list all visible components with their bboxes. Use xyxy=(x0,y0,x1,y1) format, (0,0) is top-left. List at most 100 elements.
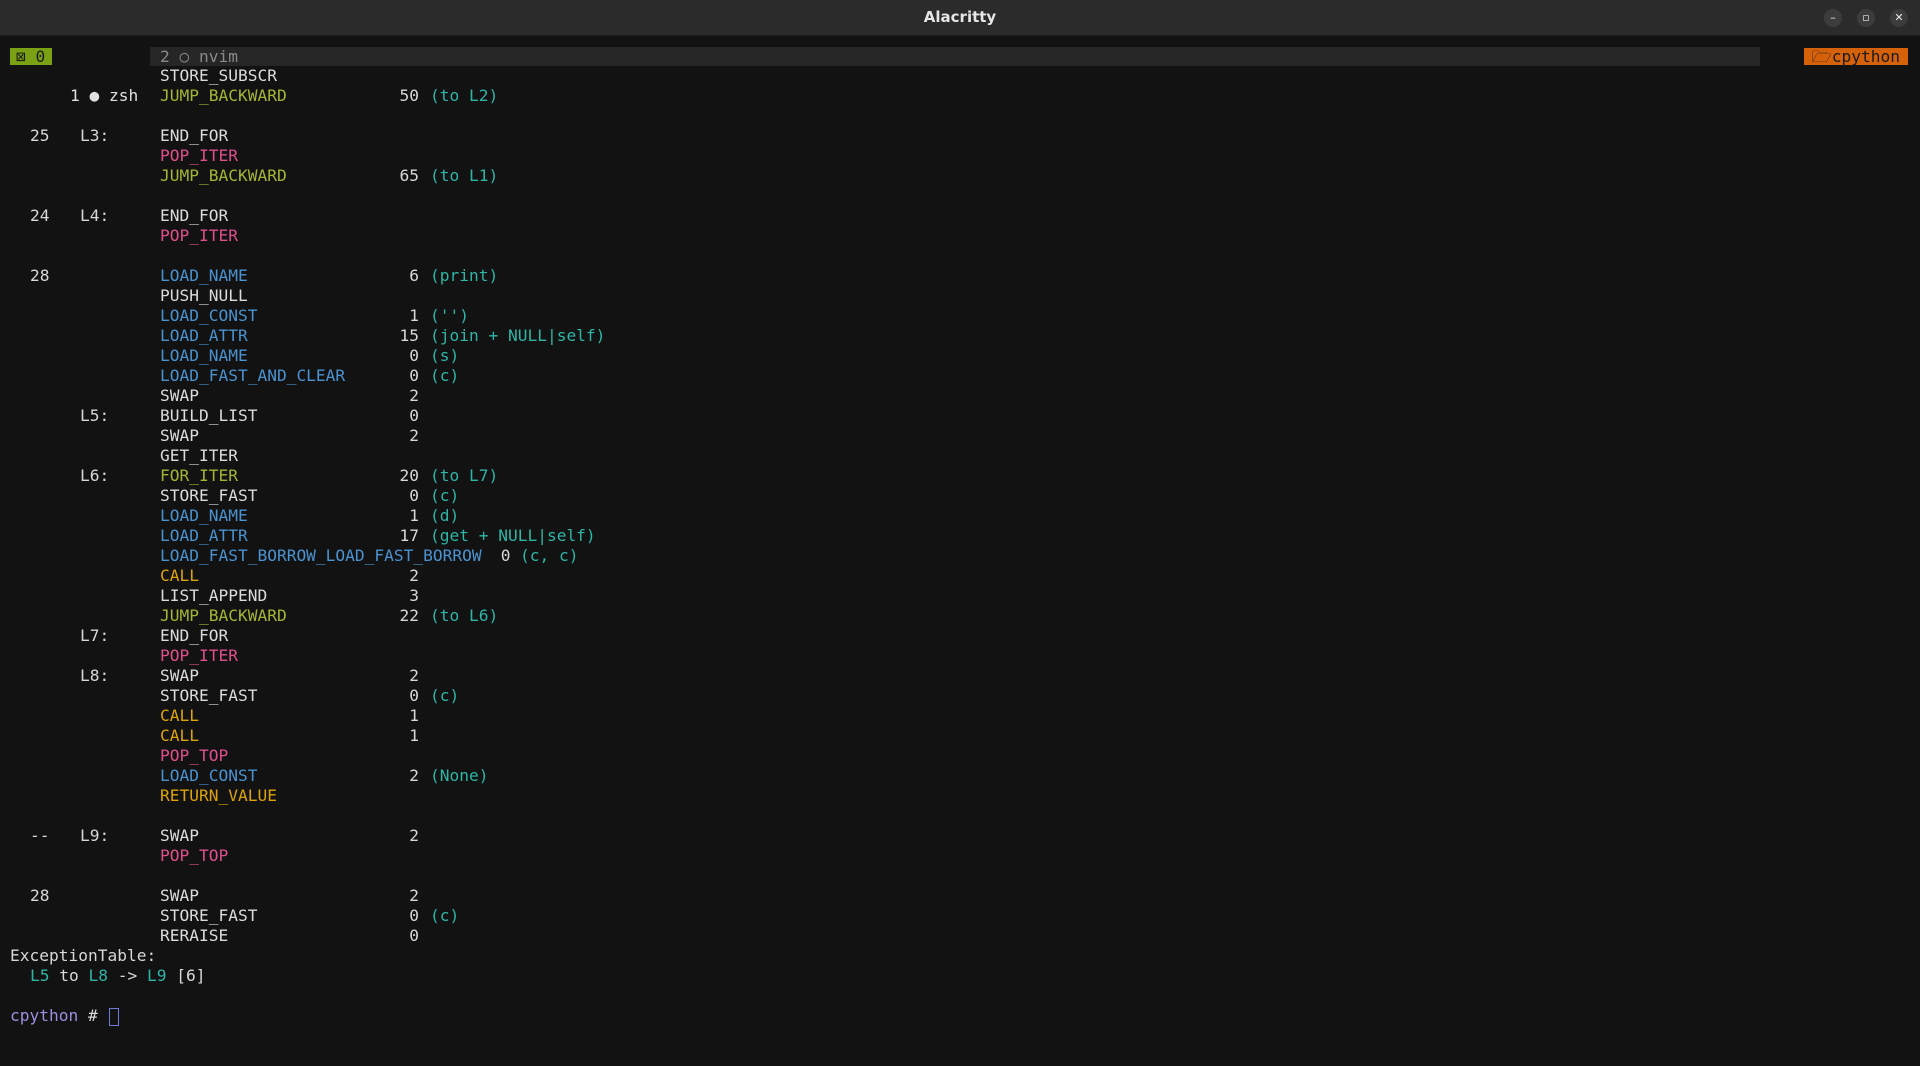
opcode-arg: 2 xyxy=(409,386,419,405)
opcode-arg: 1 xyxy=(409,706,419,725)
opcode-comment: (join + NULL|self) xyxy=(430,326,606,345)
disasm-line: JUMP_BACKWARD 65 (to L1) xyxy=(0,166,1920,186)
opcode-arg: 6 xyxy=(409,266,419,285)
opcode: JUMP_BACKWARD xyxy=(160,86,287,105)
opcode: LOAD_ATTR xyxy=(160,526,248,545)
disasm-line: STORE_FAST 0 (c) xyxy=(0,906,1920,926)
opcode: LOAD_ATTR xyxy=(160,326,248,345)
entry-target: L9 xyxy=(146,966,167,985)
minimize-button[interactable]: – xyxy=(1824,9,1842,27)
opcode: POP_TOP xyxy=(160,846,229,865)
disasm-line: SWAP 2 xyxy=(0,426,1920,446)
close-button[interactable]: ✕ xyxy=(1890,9,1908,27)
folder-badge: 🗁cpython xyxy=(1803,48,1908,65)
disasm-line xyxy=(0,246,1920,266)
disasm-line: LOAD_CONST 2 (None) xyxy=(0,766,1920,786)
disasm-line: -- L9: SWAP 2 xyxy=(0,826,1920,846)
exception-table-title: ExceptionTable: xyxy=(10,946,157,965)
source-line-number: 25 xyxy=(30,126,50,145)
jump-label: L4: xyxy=(80,206,110,225)
text-cursor[interactable] xyxy=(109,1007,120,1026)
opcode: SWAP xyxy=(160,666,199,685)
opcode: RERAISE xyxy=(160,926,229,945)
exception-table-entry: L5 to L8 -> L9 [6] xyxy=(0,966,1920,986)
opcode-comment: (c) xyxy=(430,906,460,925)
source-line-number: 28 xyxy=(30,266,50,285)
tab-nvim[interactable]: 2 ○ nvim xyxy=(150,47,1760,66)
jump-label: L7: xyxy=(80,626,110,645)
disasm-line: LOAD_FAST_AND_CLEAR 0 (c) xyxy=(0,366,1920,386)
disasm-line xyxy=(0,866,1920,886)
disasm-line: POP_TOP xyxy=(0,746,1920,766)
disasm-line xyxy=(0,806,1920,826)
disasm-line: STORE_FAST 0 (c) xyxy=(0,686,1920,706)
opcode-comment: (c) xyxy=(430,366,460,385)
opcode-arg: 2 xyxy=(409,426,419,445)
terminal-output[interactable]: STORE_SUBSCR JUMP_BACKWARD 50 (to L2) 25 L3: E… xyxy=(0,66,1920,1066)
opcode: POP_ITER xyxy=(160,146,238,165)
opcode-arg: 0 xyxy=(409,686,419,705)
opcode: CALL xyxy=(160,566,199,585)
disasm-line: LOAD_NAME 1 (d) xyxy=(0,506,1920,526)
shell-prompt[interactable]: cpython # xyxy=(0,1006,1920,1026)
disasm-line: L6: FOR_ITER 20 (to L7) xyxy=(0,466,1920,486)
opcode: STORE_FAST xyxy=(160,906,258,925)
opcode: POP_TOP xyxy=(160,746,229,765)
exception-entry-text: L5 to L8 -> L9 [6] xyxy=(30,966,205,986)
opcode: RETURN_VALUE xyxy=(160,786,277,805)
opcode: STORE_SUBSCR xyxy=(160,66,277,85)
disasm-line: LOAD_ATTR 17 (get + NULL|self) xyxy=(0,526,1920,546)
entry-arrow: -> xyxy=(107,966,147,985)
disasm-line xyxy=(0,106,1920,126)
disasm-line: 28 LOAD_NAME 6 (print) xyxy=(0,266,1920,286)
opcode: GET_ITER xyxy=(160,446,238,465)
opcode: LOAD_NAME xyxy=(160,266,248,285)
opcode: CALL xyxy=(160,726,199,745)
opcode-comment: (d) xyxy=(430,506,460,525)
opcode-arg: 0 xyxy=(491,546,521,565)
opcode: PUSH_NULL xyxy=(160,286,248,305)
opcode-arg: 2 xyxy=(409,666,419,685)
disasm-line: PUSH_NULL xyxy=(0,286,1920,306)
opcode-comment: (None) xyxy=(430,766,489,785)
opcode: LOAD_NAME xyxy=(160,506,248,525)
opcode-arg: 0 xyxy=(409,366,419,385)
source-line-number: 28 xyxy=(30,886,50,905)
opcode-arg: 17 xyxy=(399,526,420,545)
disasm-line: JUMP_BACKWARD 50 (to L2) xyxy=(0,86,1920,106)
disasm-line: STORE_SUBSCR xyxy=(0,66,1920,86)
opcode-arg: 0 xyxy=(409,486,419,505)
opcode: JUMP_BACKWARD xyxy=(160,166,287,185)
maximize-button[interactable]: ▫ xyxy=(1857,9,1875,27)
opcode: CALL xyxy=(160,706,199,725)
opcode-arg: 1 xyxy=(409,306,419,325)
opcode-comment: ('') xyxy=(430,306,469,325)
opcode: BUILD_LIST xyxy=(160,406,258,425)
source-line-number: 24 xyxy=(30,206,50,225)
disasm-line: STORE_FAST 0 (c) xyxy=(0,486,1920,506)
opcode: END_FOR xyxy=(160,626,229,645)
opcode: SWAP xyxy=(160,886,199,905)
jump-label: L3: xyxy=(80,126,110,145)
disasm-line xyxy=(0,186,1920,206)
opcode: LIST_APPEND xyxy=(160,586,268,605)
opcode-arg: 65 xyxy=(399,166,420,185)
opcode-arg: 20 xyxy=(399,466,420,485)
disasm-line: JUMP_BACKWARD 22 (to L6) xyxy=(0,606,1920,626)
opcode-comment: (to L1) xyxy=(430,166,499,185)
opcode: LOAD_CONST xyxy=(160,306,258,325)
opcode-comment: (to L7) xyxy=(430,466,499,485)
opcode: JUMP_BACKWARD xyxy=(160,606,287,625)
opcode: STORE_FAST xyxy=(160,686,258,705)
opcode: FOR_ITER xyxy=(160,466,238,485)
jump-label: L5: xyxy=(80,406,110,425)
session-indicator[interactable]: ⊠ 0 xyxy=(10,48,53,65)
opcode-comment: (c) xyxy=(430,486,460,505)
prompt-directory: cpython xyxy=(10,1006,79,1025)
disasm-line: 24 L4: END_FOR xyxy=(0,206,1920,226)
window-title: Alacritty xyxy=(923,8,997,26)
opcode: SWAP xyxy=(160,426,199,445)
disasm-line: LOAD_FAST_BORROW_LOAD_FAST_BORROW 0 (c, … xyxy=(0,546,1920,566)
opcode-arg: 22 xyxy=(399,606,420,625)
